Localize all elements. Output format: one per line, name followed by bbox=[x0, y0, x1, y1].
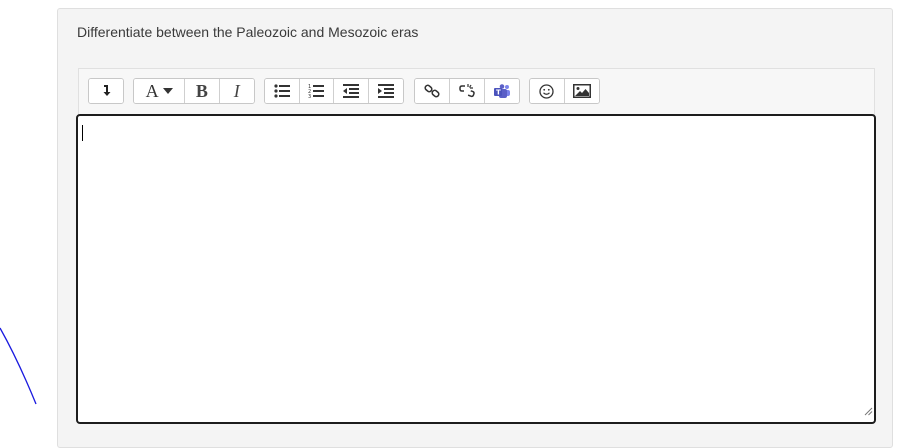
link-button[interactable] bbox=[415, 79, 450, 103]
unlink-icon bbox=[459, 83, 475, 99]
toolbar-group-style: A B I bbox=[133, 78, 255, 104]
toolbar-group-insert bbox=[529, 78, 600, 104]
emoji-button[interactable] bbox=[530, 79, 565, 103]
bold-icon: B bbox=[195, 80, 208, 101]
collapse-arrow-icon bbox=[100, 84, 112, 98]
toolbar-group-collapse bbox=[88, 78, 124, 104]
editor-toolbar: A B I 123 T bbox=[78, 68, 875, 115]
italic-icon: I bbox=[233, 80, 240, 101]
chevron-down-icon bbox=[162, 88, 173, 94]
italic-button[interactable]: I bbox=[219, 79, 254, 103]
image-icon bbox=[572, 84, 591, 98]
image-button[interactable] bbox=[564, 79, 599, 103]
link-icon bbox=[424, 83, 440, 99]
indent-button[interactable] bbox=[368, 79, 403, 103]
question-prompt: Differentiate between the Paleozoic and … bbox=[77, 24, 419, 40]
svg-text:3: 3 bbox=[308, 94, 311, 99]
outdent-button[interactable] bbox=[334, 79, 369, 103]
bold-button[interactable]: B bbox=[185, 79, 220, 103]
text-caret bbox=[82, 125, 83, 141]
font-style-icon: A bbox=[145, 80, 159, 101]
toolbar-group-list: 123 bbox=[264, 78, 404, 104]
teams-meeting-icon: T bbox=[493, 83, 511, 99]
indent-icon bbox=[377, 84, 394, 98]
resize-handle-icon[interactable] bbox=[864, 403, 873, 421]
ordered-list-button[interactable]: 123 bbox=[299, 79, 334, 103]
teams-meeting-button[interactable]: T bbox=[485, 79, 519, 103]
emoji-icon bbox=[539, 83, 554, 99]
editor-content[interactable] bbox=[82, 122, 870, 418]
pen-stroke-annotation bbox=[0, 327, 37, 405]
unlink-button[interactable] bbox=[450, 79, 485, 103]
answer-editor[interactable] bbox=[76, 114, 876, 424]
font-style-button[interactable]: A bbox=[134, 79, 186, 103]
svg-text:T: T bbox=[496, 88, 501, 96]
unordered-list-icon bbox=[274, 84, 290, 98]
outdent-icon bbox=[342, 84, 359, 98]
ordered-list-icon: 123 bbox=[308, 83, 325, 99]
collapse-button[interactable] bbox=[89, 79, 123, 103]
unordered-list-button[interactable] bbox=[265, 79, 300, 103]
toolbar-group-links: T bbox=[414, 78, 520, 104]
